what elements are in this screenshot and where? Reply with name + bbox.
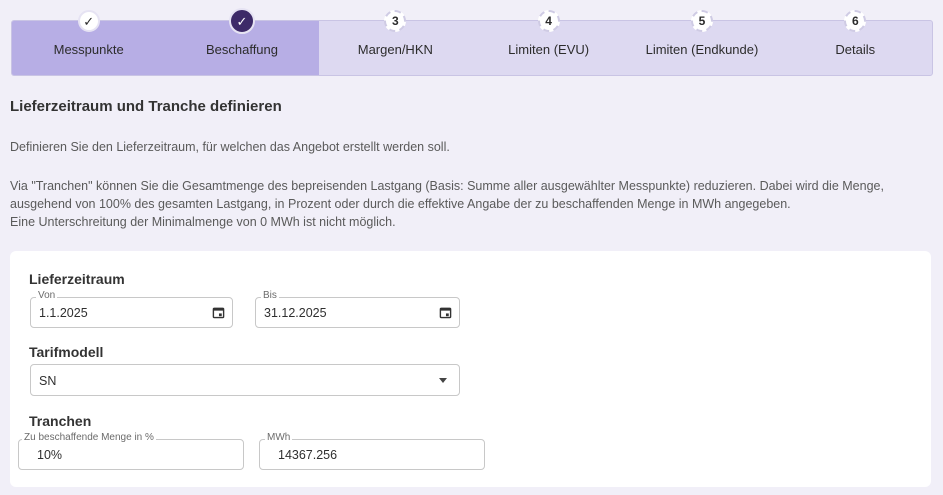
bis-date-field[interactable]: Bis 31.12.2025 <box>255 290 460 328</box>
step-limiten-endkunde[interactable]: 5 Limiten (Endkunde) <box>625 10 778 75</box>
percent-input[interactable]: Zu beschaffende Menge in % 10% <box>18 432 244 470</box>
von-value[interactable]: 1.1.2025 <box>39 306 88 320</box>
calendar-icon[interactable] <box>212 306 225 319</box>
step-limiten-evu[interactable]: 4 Limiten (EVU) <box>472 10 625 75</box>
von-date-field[interactable]: Von 1.1.2025 <box>30 290 233 328</box>
form-card: Lieferzeitraum Von 1.1.2025 Bis 31.12.20… <box>10 251 931 487</box>
mwh-input[interactable]: MWh 14367.256 <box>259 432 485 470</box>
chevron-down-icon[interactable] <box>439 378 447 383</box>
step-margen-hkn[interactable]: 3 Margen/HKN <box>319 10 472 75</box>
step-label: Limiten (Endkunde) <box>645 42 759 57</box>
step-number: 6 <box>844 10 867 32</box>
mwh-label: MWh <box>265 432 293 444</box>
step-messpunkte[interactable]: ✓ Messpunkte <box>12 10 165 75</box>
tarifmodell-value: SN <box>39 374 57 388</box>
tarifmodell-heading: Tarifmodell <box>29 344 104 360</box>
step-beschaffung[interactable]: ✓ Beschaffung <box>165 8 318 75</box>
lieferzeitraum-heading: Lieferzeitraum <box>29 271 125 287</box>
bis-label: Bis <box>261 290 279 302</box>
step-label: Beschaffung <box>205 42 278 57</box>
percent-label: Zu beschaffende Menge in % <box>22 432 156 444</box>
percent-value[interactable]: 10% <box>37 448 62 462</box>
bis-value[interactable]: 31.12.2025 <box>264 306 327 320</box>
step-done-check-icon: ✓ <box>77 10 100 32</box>
tranche-min-info: Eine Unterschreitung der Minimalmenge vo… <box>10 215 396 229</box>
tranche-info-text: Via "Tranchen" können Sie die Gesamtmeng… <box>10 177 935 231</box>
step-number: 3 <box>384 10 407 32</box>
step-active-check-icon: ✓ <box>228 8 255 34</box>
tarifmodell-select[interactable]: SN <box>30 364 460 396</box>
step-label: Details <box>835 42 876 57</box>
page-title: Lieferzeitraum und Tranche definieren <box>10 98 282 115</box>
step-details[interactable]: 6 Details <box>779 10 932 75</box>
step-label: Limiten (EVU) <box>508 42 590 57</box>
mwh-value[interactable]: 14367.256 <box>278 448 337 462</box>
step-label: Messpunkte <box>53 42 124 57</box>
step-number: 5 <box>690 10 713 32</box>
von-label: Von <box>36 290 58 302</box>
step-number: 4 <box>537 10 560 32</box>
tranche-info: Via "Tranchen" können Sie die Gesamtmeng… <box>10 179 884 211</box>
intro-text: Definieren Sie den Lieferzeitraum, für w… <box>10 140 450 154</box>
stepper: ✓ Messpunkte ✓ Beschaffung 3 Margen/HKN … <box>11 8 933 76</box>
step-label: Margen/HKN <box>357 42 433 57</box>
calendar-icon[interactable] <box>439 306 452 319</box>
tranchen-heading: Tranchen <box>29 413 92 429</box>
